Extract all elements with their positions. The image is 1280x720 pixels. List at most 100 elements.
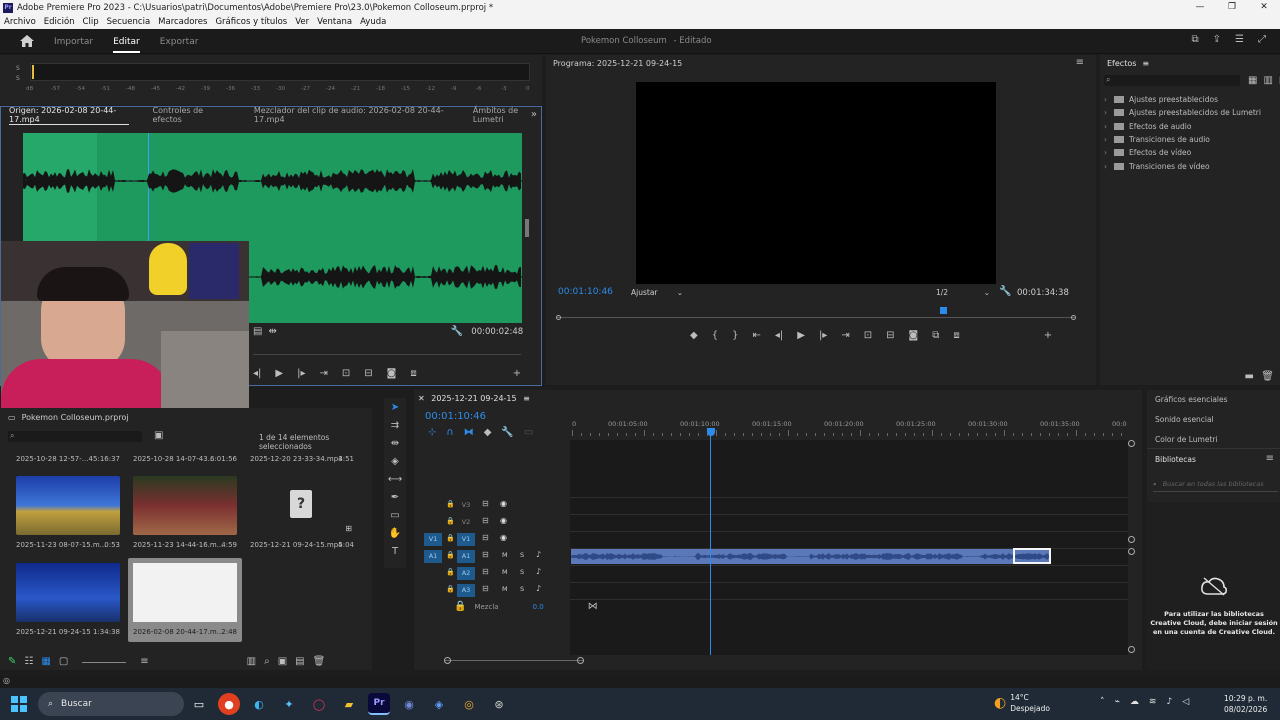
play-icon[interactable]: ▶ bbox=[275, 368, 283, 380]
libraries-search-input[interactable]: ⌕ Buscar en todas las bibliotecas bbox=[1153, 480, 1278, 492]
track-target[interactable]: A2 bbox=[457, 567, 475, 580]
project-item-thumbnail[interactable] bbox=[133, 563, 237, 622]
wifi-icon[interactable]: ≋ bbox=[1149, 697, 1157, 707]
network-icon[interactable]: ⌁ bbox=[1115, 697, 1120, 707]
resolution-dropdown[interactable]: 1/2 ⌄ bbox=[936, 288, 990, 297]
fit-dropdown[interactable]: Ajustar ⌄ bbox=[631, 288, 683, 297]
cloud-icon[interactable]: ☁ bbox=[1130, 697, 1139, 707]
razor-tool-icon[interactable]: ◈ bbox=[391, 456, 399, 468]
mix-volume[interactable]: 0.0 bbox=[533, 603, 544, 611]
panel-menu-icon[interactable]: ≡ bbox=[1266, 453, 1274, 465]
fullscreen-icon[interactable]: ⤢ bbox=[1258, 34, 1266, 46]
tab-exportar[interactable]: Exportar bbox=[160, 37, 199, 47]
tab-audio-clip-mixer[interactable]: Mezclador del clip de audio: 2026-02-08 … bbox=[254, 106, 445, 124]
source-patch[interactable]: V1 bbox=[424, 533, 442, 546]
lock-icon[interactable]: 🔒 bbox=[446, 500, 455, 508]
mute-button[interactable]: M bbox=[502, 568, 508, 576]
menu-archivo[interactable]: Archivo bbox=[4, 17, 36, 27]
step-forward-icon[interactable]: |▸ bbox=[819, 330, 827, 342]
add-button-icon[interactable]: + bbox=[1044, 330, 1052, 342]
lock-icon[interactable]: 🔒 bbox=[446, 551, 455, 559]
program-playhead[interactable] bbox=[940, 307, 947, 314]
panel-menu-icon[interactable]: ≡ bbox=[1142, 59, 1149, 68]
pen-tool-icon[interactable]: ✒ bbox=[391, 492, 399, 504]
mute-button[interactable]: M bbox=[502, 585, 508, 593]
delete-icon[interactable]: 🗑 bbox=[313, 656, 326, 668]
audio-clip[interactable] bbox=[571, 549, 1051, 564]
program-menu-icon[interactable]: ≡ bbox=[1076, 57, 1084, 69]
export-frame-icon[interactable]: ◙ bbox=[387, 368, 397, 380]
track-target[interactable]: V1 bbox=[457, 533, 475, 546]
export-frame-icon[interactable]: ◙ bbox=[909, 330, 919, 342]
effects-folder[interactable]: › Transiciones de vídeo bbox=[1104, 159, 1274, 172]
home-icon[interactable] bbox=[20, 35, 34, 47]
program-time-ruler[interactable] bbox=[556, 307, 1076, 321]
automate-icon[interactable]: ▥ bbox=[247, 656, 256, 668]
zoom-handle[interactable] bbox=[525, 219, 529, 237]
find-icon[interactable]: ⌕ bbox=[264, 656, 270, 668]
task-view-icon[interactable]: ▭ bbox=[188, 693, 210, 715]
accelerated-effects-icon[interactable]: ▦ bbox=[1248, 75, 1257, 87]
eye-icon[interactable]: ◉ bbox=[500, 533, 507, 542]
maximize-button[interactable]: ❐ bbox=[1216, 0, 1248, 15]
button-editor-icon[interactable]: ⧈ bbox=[410, 368, 416, 380]
eye-icon[interactable]: ◉ bbox=[500, 516, 507, 525]
windows-start-icon[interactable] bbox=[8, 693, 30, 715]
pencil-icon[interactable]: ✎ bbox=[8, 656, 16, 668]
menu-marcadores[interactable]: Marcadores bbox=[158, 17, 207, 27]
sync-lock-icon[interactable]: ⊟ bbox=[482, 516, 489, 525]
chevron-up-icon[interactable]: ˄ bbox=[1100, 697, 1105, 707]
step-back-icon[interactable]: ◂| bbox=[253, 368, 261, 380]
sync-lock-icon[interactable]: ⊟ bbox=[482, 567, 489, 576]
source-settings-icon[interactable]: ▤ bbox=[253, 326, 262, 338]
volume-icon[interactable]: ◁ bbox=[1182, 697, 1189, 707]
lock-icon[interactable]: 🔒 bbox=[446, 585, 455, 593]
hand-tool-icon[interactable]: ✋ bbox=[389, 528, 401, 540]
microphone-icon[interactable]: ♪ bbox=[536, 550, 541, 559]
menu-edicion[interactable]: Edición bbox=[44, 17, 75, 27]
track-target[interactable]: A1 bbox=[457, 550, 475, 563]
premiere-taskbar-icon[interactable]: Pr bbox=[368, 693, 390, 715]
close-button[interactable]: ✕ bbox=[1248, 0, 1280, 15]
go-to-in-icon[interactable]: ⇤ bbox=[752, 330, 760, 342]
lumetri-color-tab[interactable]: Color de Lumetri bbox=[1155, 435, 1218, 444]
add-marker-icon[interactable]: ◆ bbox=[690, 330, 698, 342]
solo-button[interactable]: S bbox=[520, 585, 524, 593]
chrome-icon[interactable]: ● bbox=[218, 693, 240, 715]
discord-icon[interactable]: ◉ bbox=[398, 693, 420, 715]
horizontal-scroll[interactable] bbox=[444, 657, 584, 665]
track-select-tool-icon[interactable]: ⇉ bbox=[391, 420, 399, 432]
microphone-icon[interactable]: ♪ bbox=[1166, 697, 1172, 707]
new-item-icon[interactable]: ▤ bbox=[295, 656, 304, 668]
sort-icon[interactable]: ≡ bbox=[140, 656, 148, 668]
quick-export-icon[interactable]: ⧉ bbox=[1192, 34, 1199, 46]
timeline-timecode[interactable]: 00:01:10:46 bbox=[425, 411, 486, 422]
timeline-tab[interactable]: ✕ 2025-12-21 09-24-15 ≡ bbox=[418, 394, 530, 403]
timeline-tracks-area[interactable] bbox=[570, 428, 1128, 655]
waveform-zoom-scroll[interactable] bbox=[523, 133, 531, 323]
lift-icon[interactable]: ⊡ bbox=[864, 330, 872, 342]
overwrite-clip-icon[interactable]: ⊟ bbox=[364, 368, 372, 380]
essential-sound-tab[interactable]: Sonido esencial bbox=[1155, 415, 1214, 424]
source-patch[interactable]: A1 bbox=[424, 550, 442, 563]
lock-icon[interactable]: 🔒 bbox=[446, 568, 455, 576]
chrome-alt-icon[interactable]: ◎ bbox=[458, 693, 480, 715]
project-item-thumbnail[interactable] bbox=[16, 476, 120, 535]
project-item-thumbnail[interactable] bbox=[133, 476, 237, 535]
32bit-effects-icon[interactable]: ▥ bbox=[1263, 75, 1272, 87]
sync-lock-icon[interactable]: ⊟ bbox=[482, 533, 489, 542]
sync-lock-icon[interactable]: ⊟ bbox=[482, 550, 489, 559]
program-timecode[interactable]: 00:01:10:46 bbox=[558, 287, 613, 297]
tab-importar[interactable]: Importar bbox=[54, 37, 93, 47]
effects-folder[interactable]: › Ajustes preestablecidos bbox=[1104, 93, 1274, 106]
freeform-view-icon[interactable]: ▢ bbox=[59, 656, 68, 668]
wrench-icon[interactable]: 🔧 bbox=[999, 286, 1011, 298]
menu-ayuda[interactable]: Ayuda bbox=[360, 17, 386, 27]
effects-folder[interactable]: › Ajustes preestablecidos de Lumetri bbox=[1104, 106, 1274, 119]
track-target[interactable]: V3 bbox=[457, 499, 475, 512]
app-icon[interactable]: ◈ bbox=[428, 693, 450, 715]
step-forward-icon[interactable]: |▸ bbox=[297, 368, 305, 380]
panel-menu-icon[interactable]: ≡ bbox=[523, 394, 530, 403]
solo-button[interactable]: S bbox=[520, 568, 524, 576]
menu-secuencia[interactable]: Secuencia bbox=[107, 17, 151, 27]
